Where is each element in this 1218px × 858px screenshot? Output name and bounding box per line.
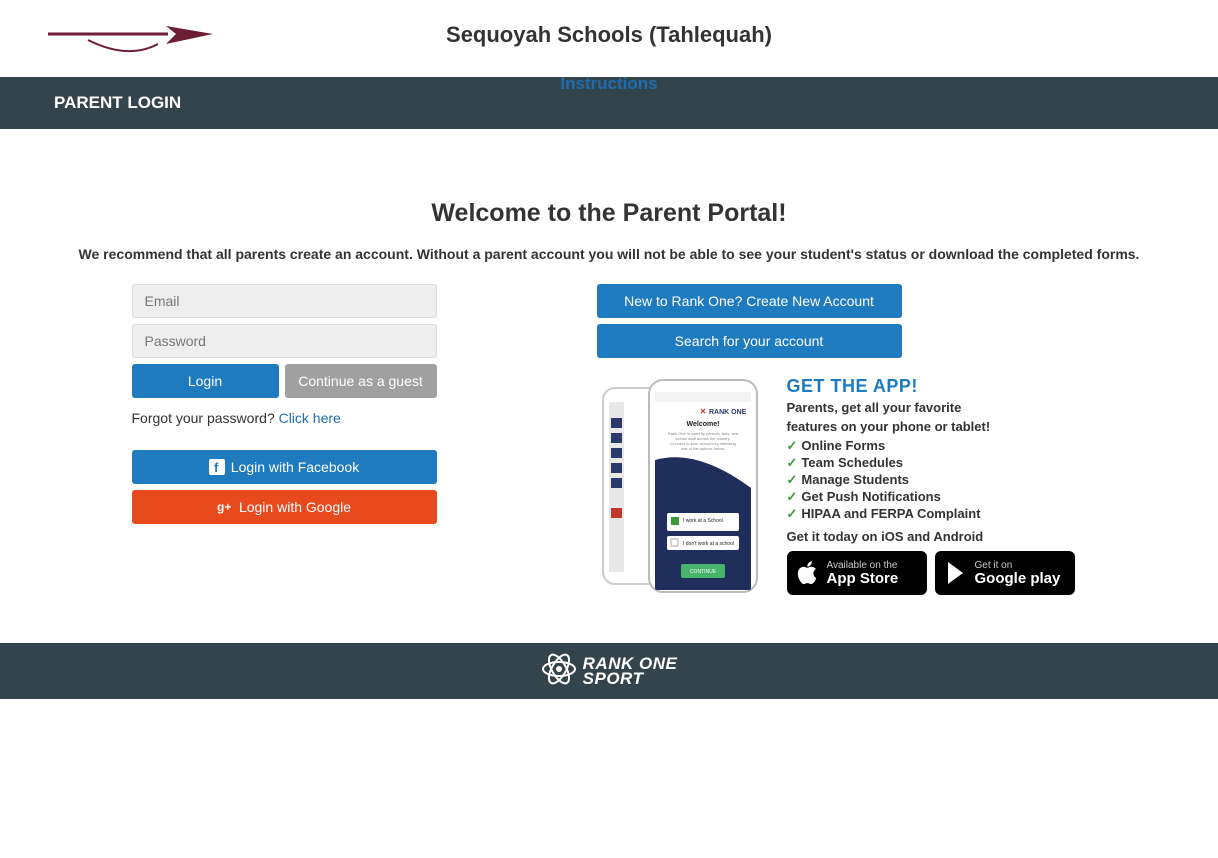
footer-logo: RANK ONE SPORT	[541, 651, 678, 692]
get-app-title: GET THE APP!	[787, 378, 1087, 395]
school-logo	[48, 22, 248, 67]
feature-item: Online Forms	[787, 437, 1087, 454]
email-field[interactable]	[132, 284, 437, 318]
play-big: Google play	[975, 571, 1061, 587]
get-today-text: Get it today on iOS and Android	[787, 528, 1087, 545]
school-name: Sequoyah Schools (Tahlequah)	[446, 22, 772, 48]
play-small: Get it on	[975, 560, 1061, 571]
welcome-subtitle: We recommend that all parents create an …	[40, 246, 1178, 262]
footer: RANK ONE SPORT	[0, 643, 1218, 699]
svg-text:one of the options below.: one of the options below.	[680, 446, 724, 451]
header: Sequoyah Schools (Tahlequah) Instruction…	[0, 0, 1218, 77]
feature-item: Team Schedules	[787, 454, 1087, 471]
create-account-button[interactable]: New to Rank One? Create New Account	[597, 284, 902, 318]
feature-item: Manage Students	[787, 471, 1087, 488]
svg-text:✕: ✕	[699, 407, 706, 416]
login-google-button[interactable]: g+ Login with Google	[132, 490, 437, 524]
login-panel: Login Continue as a guest Forgot your pa…	[132, 284, 437, 524]
appstore-big: App Store	[827, 571, 899, 587]
app-sub-2: features on your phone or tablet!	[787, 418, 1087, 435]
svg-text:g+: g+	[217, 500, 231, 514]
svg-text:Welcome!: Welcome!	[686, 421, 719, 428]
feature-item: HIPAA and FERPA Complaint	[787, 505, 1087, 522]
app-sub-1: Parents, get all your favorite	[787, 399, 1087, 416]
facebook-icon: f	[209, 459, 225, 475]
svg-text:I don't work at a school: I don't work at a school	[683, 541, 734, 547]
feature-item: Get Push Notifications	[787, 488, 1087, 505]
forgot-password-row: Forgot your password? Click here	[132, 410, 437, 426]
continue-guest-button[interactable]: Continue as a guest	[285, 364, 437, 398]
login-facebook-button[interactable]: f Login with Facebook	[132, 450, 437, 484]
rankone-icon	[541, 651, 577, 692]
forgot-password-link[interactable]: Click here	[279, 410, 341, 426]
appstore-small: Available on the	[827, 560, 899, 571]
phone-mockup: ✕ RANK ONE Welcome! Rank One is used by …	[597, 378, 767, 603]
apple-icon	[797, 560, 819, 586]
footer-brand-2: SPORT	[583, 671, 678, 686]
svg-text:f: f	[214, 460, 219, 475]
google-play-icon	[945, 560, 967, 586]
main-content: Welcome to the Parent Portal! We recomme…	[0, 129, 1218, 643]
facebook-button-label: Login with Facebook	[231, 459, 359, 475]
google-button-label: Login with Google	[239, 499, 351, 515]
account-panel: New to Rank One? Create New Account Sear…	[597, 284, 1087, 603]
instructions-link[interactable]: Instructions	[560, 74, 657, 93]
app-store-badge[interactable]: Available on the App Store	[787, 551, 927, 595]
password-field[interactable]	[132, 324, 437, 358]
forgot-text: Forgot your password?	[132, 410, 279, 426]
search-account-button[interactable]: Search for your account	[597, 324, 902, 358]
spear-icon	[48, 49, 218, 66]
feature-list: Online Forms Team Schedules Manage Stude…	[787, 437, 1087, 522]
login-button[interactable]: Login	[132, 364, 279, 398]
svg-text:I work at a School: I work at a School	[683, 518, 723, 524]
welcome-title: Welcome to the Parent Portal!	[40, 199, 1178, 228]
svg-text:CONTINUE: CONTINUE	[689, 569, 716, 575]
app-promo: ✕ RANK ONE Welcome! Rank One is used by …	[597, 378, 1087, 603]
svg-text:RANK ONE: RANK ONE	[709, 409, 747, 416]
google-icon: g+	[217, 500, 233, 514]
google-play-badge[interactable]: Get it on Google play	[935, 551, 1075, 595]
